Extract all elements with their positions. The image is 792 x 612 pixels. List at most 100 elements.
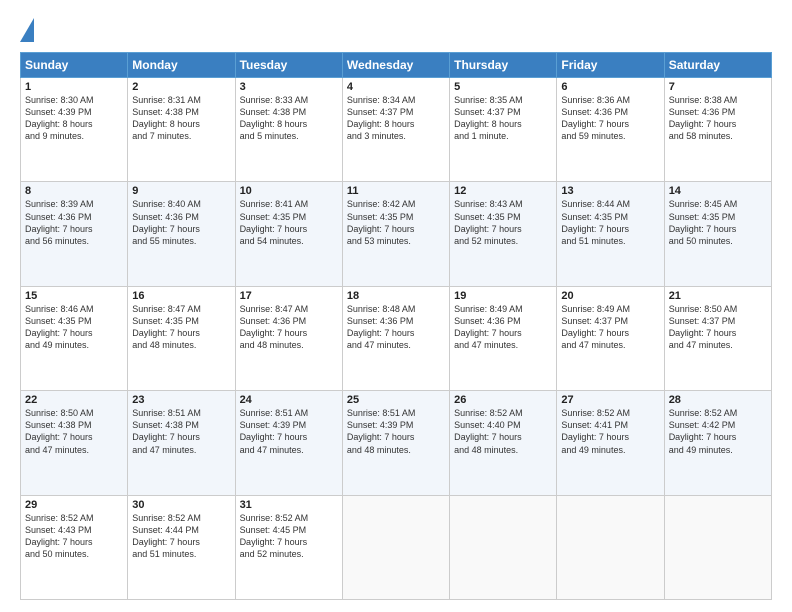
- calendar-week-5: 29Sunrise: 8:52 AM Sunset: 4:43 PM Dayli…: [21, 495, 772, 599]
- calendar-cell: 6Sunrise: 8:36 AM Sunset: 4:36 PM Daylig…: [557, 78, 664, 182]
- calendar-cell: 9Sunrise: 8:40 AM Sunset: 4:36 PM Daylig…: [128, 182, 235, 286]
- cell-details: Sunrise: 8:47 AM Sunset: 4:35 PM Dayligh…: [132, 303, 230, 352]
- day-number: 31: [240, 499, 338, 511]
- day-number: 11: [347, 185, 445, 197]
- header: [20, 16, 772, 42]
- calendar-cell: [664, 495, 771, 599]
- calendar-week-2: 8Sunrise: 8:39 AM Sunset: 4:36 PM Daylig…: [21, 182, 772, 286]
- calendar-cell: 7Sunrise: 8:38 AM Sunset: 4:36 PM Daylig…: [664, 78, 771, 182]
- cell-details: Sunrise: 8:51 AM Sunset: 4:38 PM Dayligh…: [132, 407, 230, 456]
- day-header-thursday: Thursday: [450, 53, 557, 78]
- calendar-table: SundayMondayTuesdayWednesdayThursdayFrid…: [20, 52, 772, 600]
- day-number: 15: [25, 290, 123, 302]
- calendar-cell: 18Sunrise: 8:48 AM Sunset: 4:36 PM Dayli…: [342, 286, 449, 390]
- page: SundayMondayTuesdayWednesdayThursdayFrid…: [0, 0, 792, 612]
- day-number: 25: [347, 394, 445, 406]
- day-header-monday: Monday: [128, 53, 235, 78]
- day-number: 16: [132, 290, 230, 302]
- cell-details: Sunrise: 8:49 AM Sunset: 4:37 PM Dayligh…: [561, 303, 659, 352]
- calendar-cell: 27Sunrise: 8:52 AM Sunset: 4:41 PM Dayli…: [557, 391, 664, 495]
- day-header-tuesday: Tuesday: [235, 53, 342, 78]
- cell-details: Sunrise: 8:33 AM Sunset: 4:38 PM Dayligh…: [240, 94, 338, 143]
- cell-details: Sunrise: 8:46 AM Sunset: 4:35 PM Dayligh…: [25, 303, 123, 352]
- cell-details: Sunrise: 8:51 AM Sunset: 4:39 PM Dayligh…: [240, 407, 338, 456]
- day-number: 24: [240, 394, 338, 406]
- calendar-cell: 29Sunrise: 8:52 AM Sunset: 4:43 PM Dayli…: [21, 495, 128, 599]
- cell-details: Sunrise: 8:42 AM Sunset: 4:35 PM Dayligh…: [347, 198, 445, 247]
- day-number: 3: [240, 81, 338, 93]
- day-number: 22: [25, 394, 123, 406]
- calendar-cell: 30Sunrise: 8:52 AM Sunset: 4:44 PM Dayli…: [128, 495, 235, 599]
- calendar-cell: 19Sunrise: 8:49 AM Sunset: 4:36 PM Dayli…: [450, 286, 557, 390]
- calendar-cell: 24Sunrise: 8:51 AM Sunset: 4:39 PM Dayli…: [235, 391, 342, 495]
- calendar-cell: 10Sunrise: 8:41 AM Sunset: 4:35 PM Dayli…: [235, 182, 342, 286]
- day-number: 29: [25, 499, 123, 511]
- cell-details: Sunrise: 8:30 AM Sunset: 4:39 PM Dayligh…: [25, 94, 123, 143]
- day-number: 6: [561, 81, 659, 93]
- calendar-cell: 14Sunrise: 8:45 AM Sunset: 4:35 PM Dayli…: [664, 182, 771, 286]
- cell-details: Sunrise: 8:31 AM Sunset: 4:38 PM Dayligh…: [132, 94, 230, 143]
- cell-details: Sunrise: 8:50 AM Sunset: 4:38 PM Dayligh…: [25, 407, 123, 456]
- calendar-cell: 3Sunrise: 8:33 AM Sunset: 4:38 PM Daylig…: [235, 78, 342, 182]
- logo: [20, 16, 38, 42]
- cell-details: Sunrise: 8:35 AM Sunset: 4:37 PM Dayligh…: [454, 94, 552, 143]
- cell-details: Sunrise: 8:51 AM Sunset: 4:39 PM Dayligh…: [347, 407, 445, 456]
- cell-details: Sunrise: 8:41 AM Sunset: 4:35 PM Dayligh…: [240, 198, 338, 247]
- calendar-cell: 16Sunrise: 8:47 AM Sunset: 4:35 PM Dayli…: [128, 286, 235, 390]
- cell-details: Sunrise: 8:52 AM Sunset: 4:42 PM Dayligh…: [669, 407, 767, 456]
- day-number: 17: [240, 290, 338, 302]
- day-number: 2: [132, 81, 230, 93]
- cell-details: Sunrise: 8:52 AM Sunset: 4:45 PM Dayligh…: [240, 512, 338, 561]
- calendar-cell: 13Sunrise: 8:44 AM Sunset: 4:35 PM Dayli…: [557, 182, 664, 286]
- cell-details: Sunrise: 8:48 AM Sunset: 4:36 PM Dayligh…: [347, 303, 445, 352]
- cell-details: Sunrise: 8:39 AM Sunset: 4:36 PM Dayligh…: [25, 198, 123, 247]
- cell-details: Sunrise: 8:44 AM Sunset: 4:35 PM Dayligh…: [561, 198, 659, 247]
- cell-details: Sunrise: 8:52 AM Sunset: 4:41 PM Dayligh…: [561, 407, 659, 456]
- day-number: 26: [454, 394, 552, 406]
- day-header-wednesday: Wednesday: [342, 53, 449, 78]
- calendar-cell: 15Sunrise: 8:46 AM Sunset: 4:35 PM Dayli…: [21, 286, 128, 390]
- calendar-cell: 8Sunrise: 8:39 AM Sunset: 4:36 PM Daylig…: [21, 182, 128, 286]
- day-number: 18: [347, 290, 445, 302]
- cell-details: Sunrise: 8:52 AM Sunset: 4:44 PM Dayligh…: [132, 512, 230, 561]
- day-number: 28: [669, 394, 767, 406]
- calendar-cell: 21Sunrise: 8:50 AM Sunset: 4:37 PM Dayli…: [664, 286, 771, 390]
- day-number: 7: [669, 81, 767, 93]
- day-header-friday: Friday: [557, 53, 664, 78]
- calendar-cell: 4Sunrise: 8:34 AM Sunset: 4:37 PM Daylig…: [342, 78, 449, 182]
- day-number: 9: [132, 185, 230, 197]
- calendar-cell: [557, 495, 664, 599]
- calendar-cell: 5Sunrise: 8:35 AM Sunset: 4:37 PM Daylig…: [450, 78, 557, 182]
- calendar-cell: 17Sunrise: 8:47 AM Sunset: 4:36 PM Dayli…: [235, 286, 342, 390]
- cell-details: Sunrise: 8:47 AM Sunset: 4:36 PM Dayligh…: [240, 303, 338, 352]
- cell-details: Sunrise: 8:38 AM Sunset: 4:36 PM Dayligh…: [669, 94, 767, 143]
- cell-details: Sunrise: 8:36 AM Sunset: 4:36 PM Dayligh…: [561, 94, 659, 143]
- calendar-cell: 22Sunrise: 8:50 AM Sunset: 4:38 PM Dayli…: [21, 391, 128, 495]
- logo-triangle-icon: [20, 18, 34, 42]
- day-number: 14: [669, 185, 767, 197]
- day-number: 19: [454, 290, 552, 302]
- calendar-cell: 28Sunrise: 8:52 AM Sunset: 4:42 PM Dayli…: [664, 391, 771, 495]
- day-number: 12: [454, 185, 552, 197]
- calendar-cell: [450, 495, 557, 599]
- day-number: 8: [25, 185, 123, 197]
- calendar-cell: 11Sunrise: 8:42 AM Sunset: 4:35 PM Dayli…: [342, 182, 449, 286]
- cell-details: Sunrise: 8:50 AM Sunset: 4:37 PM Dayligh…: [669, 303, 767, 352]
- cell-details: Sunrise: 8:43 AM Sunset: 4:35 PM Dayligh…: [454, 198, 552, 247]
- day-number: 1: [25, 81, 123, 93]
- day-number: 30: [132, 499, 230, 511]
- calendar-cell: 23Sunrise: 8:51 AM Sunset: 4:38 PM Dayli…: [128, 391, 235, 495]
- cell-details: Sunrise: 8:52 AM Sunset: 4:43 PM Dayligh…: [25, 512, 123, 561]
- cell-details: Sunrise: 8:45 AM Sunset: 4:35 PM Dayligh…: [669, 198, 767, 247]
- day-number: 21: [669, 290, 767, 302]
- day-number: 27: [561, 394, 659, 406]
- calendar-cell: 25Sunrise: 8:51 AM Sunset: 4:39 PM Dayli…: [342, 391, 449, 495]
- calendar-header-row: SundayMondayTuesdayWednesdayThursdayFrid…: [21, 53, 772, 78]
- calendar-week-3: 15Sunrise: 8:46 AM Sunset: 4:35 PM Dayli…: [21, 286, 772, 390]
- calendar-cell: 26Sunrise: 8:52 AM Sunset: 4:40 PM Dayli…: [450, 391, 557, 495]
- calendar-cell: 20Sunrise: 8:49 AM Sunset: 4:37 PM Dayli…: [557, 286, 664, 390]
- day-number: 20: [561, 290, 659, 302]
- cell-details: Sunrise: 8:40 AM Sunset: 4:36 PM Dayligh…: [132, 198, 230, 247]
- day-header-sunday: Sunday: [21, 53, 128, 78]
- calendar-cell: 31Sunrise: 8:52 AM Sunset: 4:45 PM Dayli…: [235, 495, 342, 599]
